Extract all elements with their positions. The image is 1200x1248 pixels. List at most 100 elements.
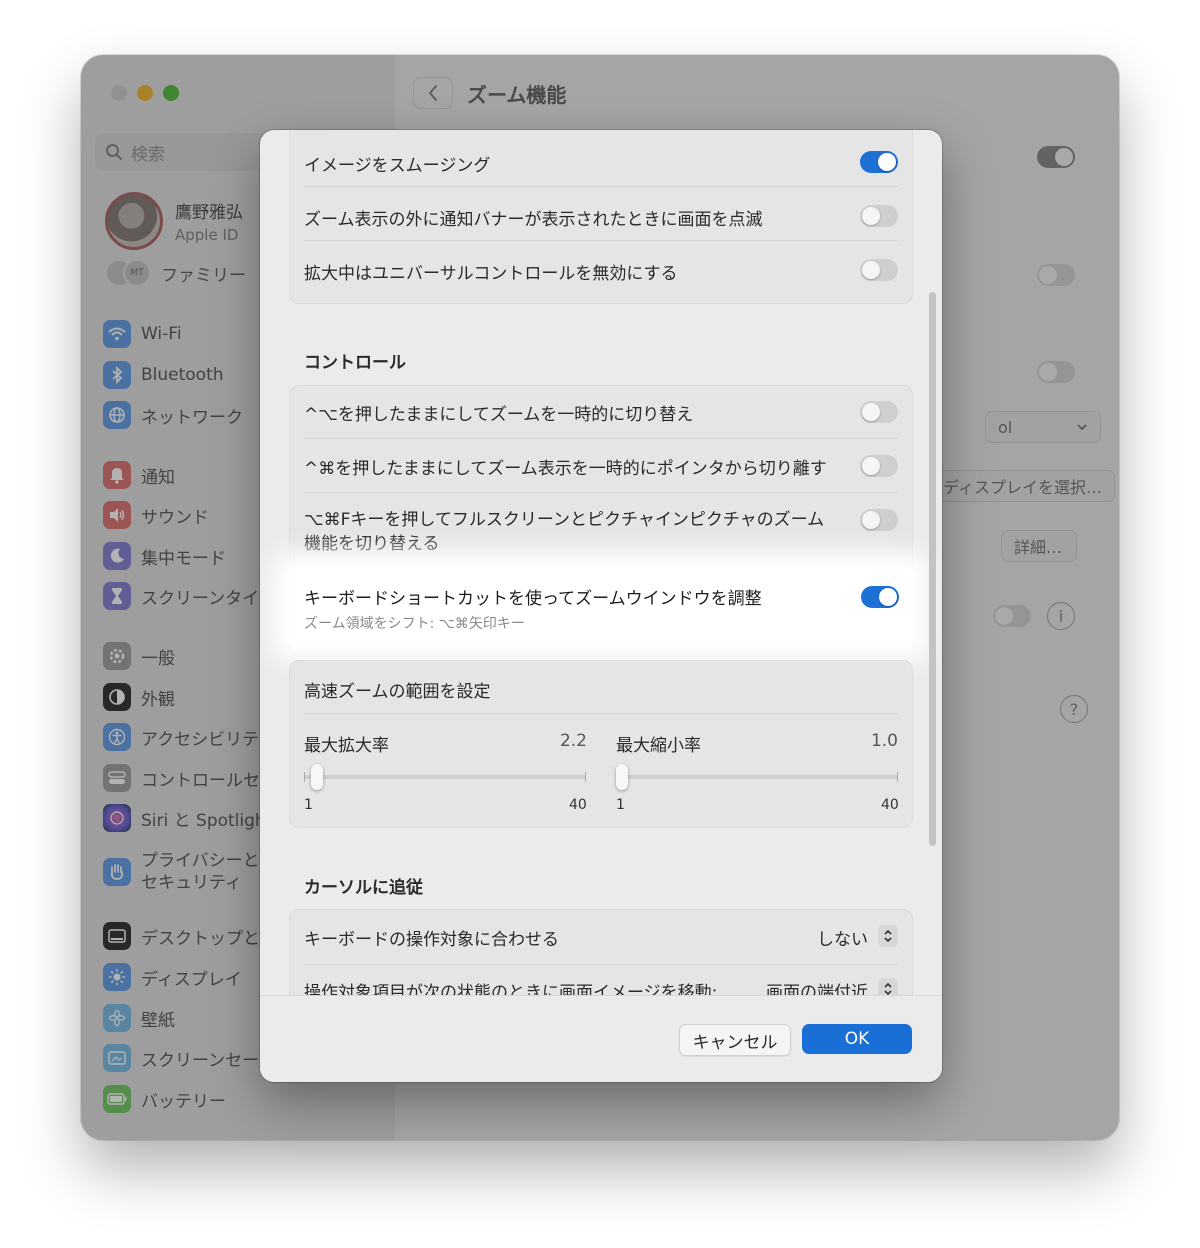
sidebar-item-label: 一般 <box>141 648 175 669</box>
back-button[interactable] <box>413 77 453 109</box>
fullscreen-pip-toggle[interactable] <box>860 509 898 531</box>
search-placeholder: 検索 <box>131 144 165 165</box>
flash-screen-toggle[interactable] <box>860 205 898 227</box>
max-zoom-value: 2.2 <box>559 731 587 751</box>
min-zoom-value: 1.0 <box>870 731 898 751</box>
universal-control-row: 拡大中はユニバーサルコントロールを無効にする <box>304 259 898 284</box>
max-zoom-slider-knob[interactable] <box>311 764 323 790</box>
scrollbar[interactable] <box>929 292 936 846</box>
chevron-left-icon <box>428 85 437 101</box>
sidebar-item-bluetooth[interactable]: Bluetooth <box>103 358 224 392</box>
family-item[interactable]: MT ファミリー <box>105 259 246 287</box>
appearance-icon <box>103 683 131 711</box>
universal-control-label: 拡大中はユニバーサルコントロールを無効にする <box>304 264 678 284</box>
family-avatar-initials: MT <box>123 259 151 287</box>
wifi-icon <box>103 320 131 348</box>
keyboard-shortcut-row: キーボードショートカットを使ってズームウインドウを調整 ズーム領域をシフト: ⌥… <box>289 567 913 647</box>
zoom-options-card: イメージをスムージング ズーム表示の外に通知バナーが表示されたときに画面を点滅 … <box>289 130 913 304</box>
keyboard-shortcut-sublabel: ズーム領域をシフト: ⌥⌘矢印キー <box>304 616 525 632</box>
divider <box>304 438 898 439</box>
sidebar-item-label: 外観 <box>141 689 175 710</box>
max-zoom-slider-track[interactable] <box>304 775 586 779</box>
account-subtitle: Apple ID <box>175 226 239 244</box>
sidebar-item-siri[interactable]: Siri と Spotlight <box>103 801 272 835</box>
sidebar-item-label: Siri と Spotlight <box>141 810 273 831</box>
sidebar-item-appearance[interactable]: 外観 <box>103 680 175 714</box>
sidebar-item-wallpaper[interactable]: 壁紙 <box>103 1001 175 1035</box>
background-toggle[interactable] <box>1037 361 1075 383</box>
background-toggle[interactable] <box>993 605 1031 627</box>
sidebar-item-battery[interactable]: バッテリー <box>103 1082 226 1116</box>
select-display-button[interactable]: ディスプレイを選択… <box>935 470 1115 502</box>
hand-icon <box>103 858 131 886</box>
sidebar-item-screen-time[interactable]: スクリーンタイム <box>103 579 276 613</box>
sidebar-item-label: スクリーンタイム <box>141 588 276 609</box>
min-zoom-label: 最大縮小率 <box>616 736 701 756</box>
max-zoom-range-max: 40 <box>569 797 587 813</box>
sidebar-item-label: Bluetooth <box>141 365 224 385</box>
keyboard-focus-row: キーボードの操作対象に合わせる しない <box>304 925 898 951</box>
sidebar-item-label: プライバシーと セキュリティ <box>141 850 260 894</box>
dialog-scroll-area[interactable]: イメージをスムージング ズーム表示の外に通知バナーが表示されたときに画面を点滅 … <box>260 130 942 995</box>
minimize-button[interactable] <box>137 85 153 101</box>
move-image-row: 操作対象項目が次の状態のときに画面イメージを移動: 画面の端付近 <box>304 978 898 995</box>
accessibility-icon <box>103 723 131 751</box>
keyboard-shortcut-toggle[interactable] <box>861 586 899 608</box>
slider-tick <box>304 772 305 782</box>
privacy-label-line2: セキュリティ <box>141 873 242 893</box>
avatar <box>105 192 163 250</box>
speaker-icon <box>103 501 131 529</box>
sidebar-item-sound[interactable]: サウンド <box>103 498 209 532</box>
sidebar-item-label: ディスプレイ <box>141 969 242 990</box>
flash-screen-label: ズーム表示の外に通知バナーが表示されたときに画面を点滅 <box>304 210 763 230</box>
divider <box>304 492 898 493</box>
divider <box>304 964 898 965</box>
smooth-images-row: イメージをスムージング <box>304 151 898 176</box>
search-icon <box>106 144 122 160</box>
keyboard-shortcut-label: キーボードショートカットを使ってズームウインドウを調整 <box>304 589 762 609</box>
max-zoom-label: 最大拡大率 <box>304 736 389 756</box>
details-label: 詳細… <box>1014 538 1063 557</box>
gear-icon <box>103 642 131 670</box>
sidebar-item-accessibility[interactable]: アクセシビリティ <box>94 718 326 756</box>
keyboard-focus-stepper[interactable] <box>878 925 898 947</box>
hourglass-icon <box>103 582 131 610</box>
cancel-button[interactable]: キャンセル <box>679 1024 791 1056</box>
sidebar-item-focus[interactable]: 集中モード <box>103 539 226 573</box>
sidebar-item-screensaver[interactable]: スクリーンセーバ <box>103 1041 276 1075</box>
min-zoom-slider-knob[interactable] <box>616 764 628 790</box>
fullscreen-pip-label-line1: ⌥⌘Fキーを押してフルスクリーンとピクチャインピクチャのズーム <box>304 510 825 530</box>
flash-screen-row: ズーム表示の外に通知バナーが表示されたときに画面を点滅 <box>304 205 898 230</box>
temp-toggle-zoom-toggle[interactable] <box>860 401 898 423</box>
apple-id-account[interactable]: 鷹野雅弘 Apple ID <box>105 192 243 250</box>
temp-toggle-zoom-label: ^⌥を押したままにしてズームを一時的に切り替え <box>304 405 694 425</box>
close-button[interactable] <box>111 85 127 101</box>
sun-icon <box>103 963 131 991</box>
page-title: ズーム機能 <box>467 83 567 107</box>
move-image-label: 操作対象項目が次の状態のときに画面イメージを移動: <box>304 983 718 995</box>
universal-control-toggle[interactable] <box>860 259 898 281</box>
sidebar-item-network[interactable]: ネットワーク <box>103 398 243 432</box>
screensaver-icon <box>103 1044 131 1072</box>
sidebar-item-notifications[interactable]: 通知 <box>103 458 175 492</box>
ok-button[interactable]: OK <box>802 1024 912 1054</box>
info-icon[interactable]: i <box>1047 602 1075 630</box>
sidebar-item-general[interactable]: 一般 <box>103 639 175 673</box>
help-button[interactable]: ? <box>1060 695 1088 723</box>
window-controls <box>111 85 179 101</box>
sidebar-item-display[interactable]: ディスプレイ <box>103 960 242 994</box>
sidebar-item-privacy[interactable]: プライバシーと セキュリティ <box>103 845 260 899</box>
smooth-images-toggle[interactable] <box>860 151 898 173</box>
min-zoom-slider-track[interactable] <box>616 775 898 779</box>
background-toggle[interactable] <box>1037 146 1075 168</box>
detach-pointer-toggle[interactable] <box>860 455 898 477</box>
sidebar-item-wifi[interactable]: Wi-Fi <box>103 317 182 351</box>
move-image-stepper[interactable] <box>878 978 898 995</box>
background-toggle[interactable] <box>1037 264 1075 286</box>
zoom-button[interactable] <box>163 85 179 101</box>
cursor-follow-header: カーソルに追従 <box>304 878 423 898</box>
sidebar-item-label: 壁紙 <box>141 1010 175 1031</box>
sidebar-item-label: バッテリー <box>141 1091 226 1112</box>
background-popup[interactable]: ol <box>985 411 1101 443</box>
details-button[interactable]: 詳細… <box>1001 530 1077 562</box>
